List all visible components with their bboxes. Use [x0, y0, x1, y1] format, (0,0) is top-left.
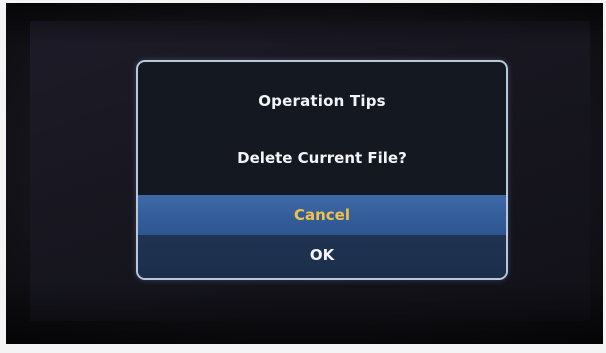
- dialog-title: Operation Tips: [258, 92, 386, 110]
- dialog-message: Delete Current File?: [237, 149, 407, 167]
- device-photo: Operation Tips Delete Current File? Canc…: [6, 3, 603, 344]
- cancel-button[interactable]: Cancel: [138, 195, 506, 235]
- confirm-dialog: Operation Tips Delete Current File? Canc…: [136, 60, 508, 280]
- ok-button[interactable]: OK: [138, 235, 506, 278]
